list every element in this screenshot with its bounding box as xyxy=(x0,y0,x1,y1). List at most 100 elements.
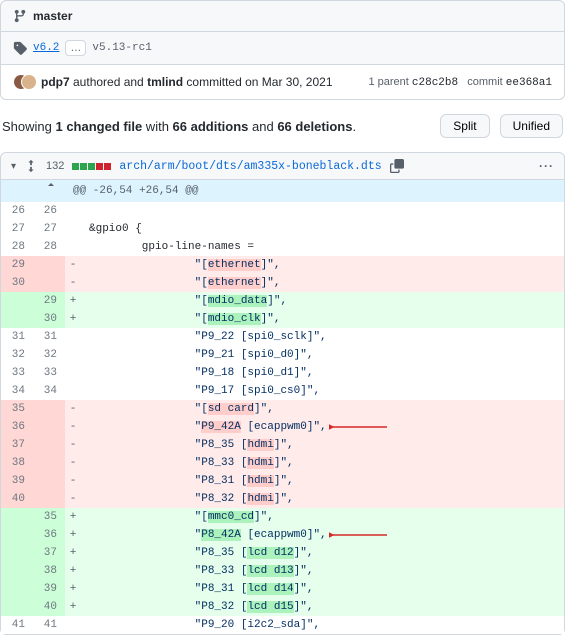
line-number-new[interactable]: 38 xyxy=(33,562,65,580)
line-number-old[interactable]: 34 xyxy=(1,382,33,400)
code-cell: gpio-line-names = xyxy=(81,238,564,256)
author-link[interactable]: tmlind xyxy=(147,75,183,89)
avatar-stack[interactable] xyxy=(13,73,35,91)
line-number-old[interactable] xyxy=(1,562,33,580)
line-number-new[interactable] xyxy=(33,418,65,436)
git-branch-icon xyxy=(13,9,27,23)
line-number-new[interactable] xyxy=(33,454,65,472)
code-cell: &gpio0 { xyxy=(81,220,564,238)
diff-marker xyxy=(65,346,81,364)
file-path-link[interactable]: arch/arm/boot/dts/am335x-boneblack.dts xyxy=(119,160,381,173)
diff-marker: - xyxy=(65,274,81,292)
parent-sha-link[interactable]: c28c2b8 xyxy=(412,77,458,89)
diff-marker: + xyxy=(65,598,81,616)
branch-name[interactable]: master xyxy=(33,9,72,23)
line-number-old[interactable]: 26 xyxy=(1,202,33,220)
line-number-new[interactable]: 27 xyxy=(33,220,65,238)
author-link[interactable]: pdp7 xyxy=(41,75,70,89)
line-number-new[interactable]: 30 xyxy=(33,310,65,328)
expand-up-icon[interactable] xyxy=(45,180,57,192)
diff-summary-text: Showing 1 changed file with 66 additions… xyxy=(2,119,430,134)
diff-line: 3333 "P9_18 [spi0_d1]", xyxy=(1,364,564,382)
commit-sha-link[interactable]: ee368a1 xyxy=(506,77,552,89)
line-number-new[interactable]: 37 xyxy=(33,544,65,562)
line-number-new[interactable]: 35 xyxy=(33,508,65,526)
line-number-old[interactable]: 36 xyxy=(1,418,33,436)
expand-row[interactable]: @@ -26,54 +26,54 @@ xyxy=(1,180,564,202)
line-number-old[interactable]: 38 xyxy=(1,454,33,472)
annotation-arrow-icon xyxy=(329,421,389,433)
diff-line: 39- "P8_31 [hdmi]", xyxy=(1,472,564,490)
line-number-new[interactable]: 40 xyxy=(33,598,65,616)
line-number-old[interactable] xyxy=(1,508,33,526)
line-number-new[interactable]: 36 xyxy=(33,526,65,544)
code-cell: "P8_31 [hdmi]", xyxy=(81,472,564,490)
diff-marker: + xyxy=(65,292,81,310)
line-number-old[interactable] xyxy=(1,292,33,310)
line-number-old[interactable] xyxy=(1,310,33,328)
line-number-new[interactable]: 29 xyxy=(33,292,65,310)
diff-line: 40+ "P8_32 [lcd d15]", xyxy=(1,598,564,616)
line-number-new[interactable]: 28 xyxy=(33,238,65,256)
line-number-old[interactable]: 32 xyxy=(1,346,33,364)
diff-line: 30+ "[mdio_clk]", xyxy=(1,310,564,328)
line-number-new[interactable]: 31 xyxy=(33,328,65,346)
tag-secondary[interactable]: v5.13-rc1 xyxy=(92,42,151,54)
line-number-new[interactable]: 41 xyxy=(33,616,65,634)
code-cell xyxy=(81,202,564,220)
expand-all-icon[interactable] xyxy=(24,159,38,173)
line-number-new[interactable] xyxy=(33,400,65,418)
tags-expand-button[interactable]: … xyxy=(65,40,86,56)
unified-view-button[interactable]: Unified xyxy=(500,114,563,138)
split-view-button[interactable]: Split xyxy=(440,114,489,138)
diff-line: 35- "[sd card]", xyxy=(1,400,564,418)
line-number-old[interactable]: 39 xyxy=(1,472,33,490)
line-number-old[interactable] xyxy=(1,580,33,598)
code-cell: "P9_18 [spi0_d1]", xyxy=(81,364,564,382)
line-number-old[interactable] xyxy=(1,544,33,562)
line-number-old[interactable]: 41 xyxy=(1,616,33,634)
line-number-old[interactable] xyxy=(1,526,33,544)
diff-marker: + xyxy=(65,508,81,526)
code-cell: "[mmc0_cd]", xyxy=(81,508,564,526)
line-number-old[interactable]: 33 xyxy=(1,364,33,382)
line-number-new[interactable]: 39 xyxy=(33,580,65,598)
code-cell: "P8_33 [hdmi]", xyxy=(81,454,564,472)
diff-marker xyxy=(65,328,81,346)
diff-marker: + xyxy=(65,310,81,328)
line-number-old[interactable] xyxy=(1,598,33,616)
line-number-new[interactable] xyxy=(33,436,65,454)
line-number-new[interactable] xyxy=(33,490,65,508)
code-cell: "P9_42A [ecappwm0]", xyxy=(81,418,564,436)
avatar[interactable] xyxy=(21,74,37,90)
copy-icon[interactable] xyxy=(390,159,404,173)
code-cell: "[mdio_data]", xyxy=(81,292,564,310)
line-number-new[interactable]: 34 xyxy=(33,382,65,400)
code-cell: "[ethernet]", xyxy=(81,256,564,274)
diff-marker xyxy=(65,202,81,220)
diff-line: 4141 "P9_20 [i2c2_sda]", xyxy=(1,616,564,634)
line-number-old[interactable]: 31 xyxy=(1,328,33,346)
tag-link-primary[interactable]: v6.2 xyxy=(33,42,59,54)
line-number-old[interactable]: 30 xyxy=(1,274,33,292)
line-number-new[interactable]: 32 xyxy=(33,346,65,364)
line-number-new[interactable]: 26 xyxy=(33,202,65,220)
line-number-old[interactable]: 37 xyxy=(1,436,33,454)
line-number-new[interactable] xyxy=(33,472,65,490)
line-number-old[interactable]: 27 xyxy=(1,220,33,238)
line-number-new[interactable]: 33 xyxy=(33,364,65,382)
line-number-old[interactable]: 35 xyxy=(1,400,33,418)
line-number-old[interactable]: 29 xyxy=(1,256,33,274)
file-menu-button[interactable]: ··· xyxy=(539,159,554,173)
line-number-old[interactable]: 28 xyxy=(1,238,33,256)
diff-line: 3434 "P9_17 [spi0_cs0]", xyxy=(1,382,564,400)
code-cell: "P9_17 [spi0_cs0]", xyxy=(81,382,564,400)
diff-line: 40- "P8_32 [hdmi]", xyxy=(1,490,564,508)
line-number-new[interactable] xyxy=(33,256,65,274)
line-number-new[interactable] xyxy=(33,274,65,292)
line-number-old[interactable]: 40 xyxy=(1,490,33,508)
chevron-down-icon[interactable]: ▾ xyxy=(11,161,16,172)
tag-icon xyxy=(13,41,27,55)
code-cell: "P8_32 [lcd d15]", xyxy=(81,598,564,616)
diff-line: 3232 "P9_21 [spi0_d0]", xyxy=(1,346,564,364)
